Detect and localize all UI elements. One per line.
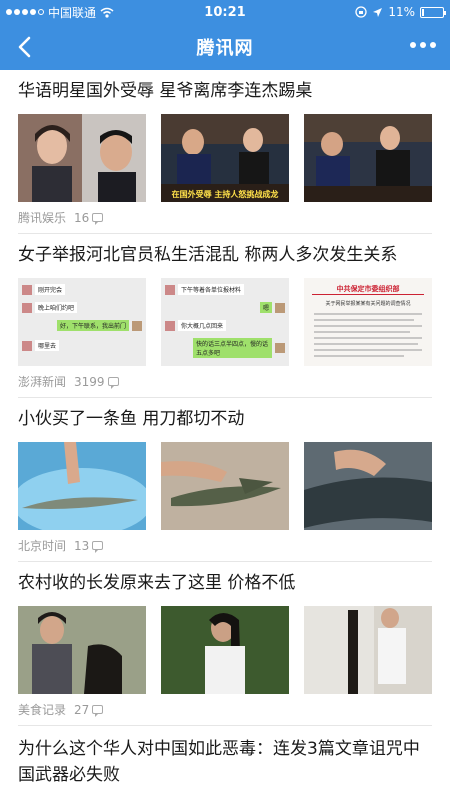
comment-bubble-icon: [92, 705, 104, 717]
news-source: 腾讯娱乐: [18, 211, 67, 225]
video-caption-overlay: 在国外受辱 主持人怒挑战成龙: [171, 190, 279, 199]
rotation-lock-icon: [355, 6, 367, 18]
news-meta: 澎湃新闻 3199: [18, 366, 432, 397]
news-thumbnails: 刚开完会 晚上咱们约吧 好，下午联系，我出前门 哪里去 下午等着各单位报材料 嗯…: [18, 278, 432, 366]
news-headline[interactable]: 小伙买了一条鱼 用刀都切不动: [18, 398, 432, 442]
battery-percent: 11%: [388, 5, 415, 19]
news-meta: 腾讯娱乐 16: [18, 202, 432, 233]
news-source: 美食记录: [18, 703, 67, 717]
chat-screenshot-thumbnail[interactable]: 下午等着各单位报材料 嗯 你大概几点回来 快的话三点半四点，慢的话五点多吧: [161, 278, 289, 366]
news-headline[interactable]: 农村收的长发原来去了这里 价格不低: [18, 562, 432, 606]
hair-display-thumbnail[interactable]: [304, 606, 432, 694]
page-title: 腾讯网: [196, 38, 254, 59]
battery-icon: [420, 6, 446, 18]
chevron-left-icon: [18, 36, 31, 58]
news-source: 北京时间: [18, 539, 67, 553]
news-meta: 北京时间 13: [18, 530, 432, 561]
news-headline[interactable]: 为什么这个华人对中国如此恶毒：连发3篇文章诅咒中国武器必失败: [18, 726, 432, 788]
chat-screenshot-thumbnail[interactable]: 刚开完会 晚上咱们约吧 好，下午联系，我出前门 哪里去: [18, 278, 146, 366]
hair-cutting-thumbnail[interactable]: [18, 606, 146, 694]
news-item[interactable]: 为什么这个华人对中国如此恶毒：连发3篇文章诅咒中国武器必失败: [18, 726, 432, 788]
more-options-button[interactable]: [410, 38, 436, 52]
navigation-bar: 腾讯网: [0, 24, 450, 70]
wifi-icon: [100, 7, 114, 18]
comment-bubble-icon: [92, 213, 104, 225]
location-arrow-icon: [373, 7, 383, 17]
comment-bubble-icon: [92, 541, 104, 553]
comment-count[interactable]: 27: [74, 703, 104, 717]
long-hair-woman-thumbnail[interactable]: [161, 606, 289, 694]
app-header: 中国联通 10:21 11% 腾讯网: [0, 0, 450, 70]
news-meta: 美食记录 27: [18, 694, 432, 725]
news-item[interactable]: 农村收的长发原来去了这里 价格不低 美食记录 27: [18, 562, 432, 726]
news-thumbnails: [18, 606, 432, 694]
back-button[interactable]: [10, 33, 38, 61]
news-item[interactable]: 女子举报河北官员私生活混乱 称两人多次发生关系 刚开完会 晚上咱们约吧 好，下午…: [18, 234, 432, 398]
comment-count[interactable]: 16: [74, 211, 104, 225]
news-source: 澎湃新闻: [18, 375, 67, 389]
status-bar: 中国联通 10:21 11%: [0, 0, 450, 24]
more-dots-icon: [410, 42, 416, 48]
comment-count[interactable]: 13: [74, 539, 104, 553]
news-headline[interactable]: 女子举报河北官员私生活混乱 称两人多次发生关系: [18, 234, 432, 278]
news-thumbnails: [18, 442, 432, 530]
celebrity-photo-thumbnail[interactable]: [18, 114, 146, 202]
fish-teeth-thumbnail[interactable]: [161, 442, 289, 530]
news-item[interactable]: 小伙买了一条鱼 用刀都切不动 北京时间 13: [18, 398, 432, 562]
news-headline[interactable]: 华语明星国外受辱 星爷离席李连杰踢桌: [18, 70, 432, 114]
news-feed: 华语明星国外受辱 星爷离席李连杰踢桌 在国外受辱 主持人怒挑战成龙 腾讯娱乐 1…: [0, 70, 450, 788]
signal-strength-icon: [6, 9, 44, 15]
fish-in-basin-thumbnail[interactable]: [18, 442, 146, 530]
talk-show-photo-thumbnail[interactable]: 在国外受辱 主持人怒挑战成龙: [161, 114, 289, 202]
official-document-thumbnail[interactable]: 中共保定市委组织部 关于网民举报某某有关问题的调查情况: [304, 278, 432, 366]
comment-count[interactable]: 3199: [74, 375, 119, 389]
carrier-label: 中国联通: [48, 5, 97, 20]
talk-show-kick-photo-thumbnail[interactable]: [304, 114, 432, 202]
comment-bubble-icon: [107, 377, 119, 389]
news-thumbnails: 在国外受辱 主持人怒挑战成龙: [18, 114, 432, 202]
news-item[interactable]: 华语明星国外受辱 星爷离席李连杰踢桌 在国外受辱 主持人怒挑战成龙 腾讯娱乐 1…: [18, 70, 432, 234]
fish-scales-thumbnail[interactable]: [304, 442, 432, 530]
